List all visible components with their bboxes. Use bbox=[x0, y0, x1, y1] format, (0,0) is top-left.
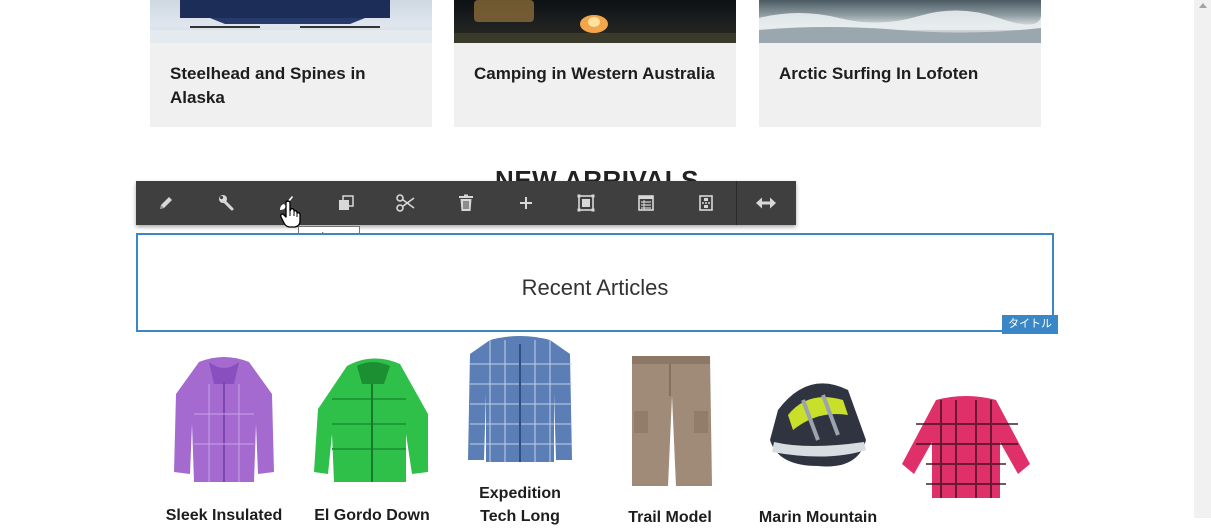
article-title[interactable]: Steelhead and Spines in Alaska bbox=[170, 62, 414, 110]
copy-icon bbox=[339, 195, 354, 210]
move-button[interactable] bbox=[736, 181, 796, 225]
block-toolbar bbox=[136, 181, 796, 225]
block-type-tag: タイトル bbox=[1002, 315, 1058, 334]
product-name-line-1[interactable]: Expedition bbox=[450, 482, 590, 505]
copy-button[interactable] bbox=[316, 181, 376, 225]
product-image[interactable] bbox=[450, 334, 590, 464]
vertical-scrollbar[interactable] bbox=[1194, 0, 1211, 518]
list-layout-icon bbox=[638, 195, 654, 211]
article-title[interactable]: Camping in Western Australia bbox=[474, 62, 718, 86]
pencil-icon bbox=[160, 197, 172, 209]
trash-icon bbox=[459, 194, 473, 211]
cut-button[interactable] bbox=[376, 181, 436, 225]
product-image[interactable] bbox=[600, 356, 740, 486]
add-button[interactable] bbox=[496, 181, 556, 225]
edit-button[interactable] bbox=[136, 181, 196, 225]
delete-button[interactable] bbox=[436, 181, 496, 225]
product-name[interactable]: El Gordo Down bbox=[302, 504, 442, 527]
title-block-selected[interactable]: Recent Articles bbox=[136, 233, 1054, 332]
wrench-icon bbox=[219, 195, 234, 211]
article-card[interactable]: Camping in Western Australia bbox=[454, 0, 736, 127]
select-parent-button[interactable] bbox=[556, 181, 616, 225]
article-image[interactable] bbox=[759, 0, 1041, 43]
template-button[interactable] bbox=[676, 181, 736, 225]
article-image[interactable] bbox=[454, 0, 736, 43]
hand-cursor-icon bbox=[280, 200, 301, 228]
product-image[interactable] bbox=[302, 354, 442, 488]
frame-icon bbox=[577, 194, 595, 212]
scroll-up-arrow-icon[interactable] bbox=[1199, 3, 1207, 8]
article-image[interactable] bbox=[150, 0, 432, 43]
article-title[interactable]: Arctic Surfing In Lofoten bbox=[779, 62, 1023, 86]
settings-button[interactable] bbox=[196, 181, 256, 225]
product-name[interactable]: Sleek Insulated bbox=[154, 504, 294, 527]
scissors-icon bbox=[396, 194, 415, 212]
product-image[interactable] bbox=[748, 370, 888, 474]
article-card[interactable]: Steelhead and Spines in Alaska bbox=[150, 0, 432, 127]
product-image[interactable] bbox=[896, 394, 1036, 498]
layout-button[interactable] bbox=[616, 181, 676, 225]
product-name-line-2[interactable]: Tech Long bbox=[450, 505, 590, 528]
product-image[interactable] bbox=[154, 354, 294, 488]
template-icon bbox=[699, 195, 713, 211]
block-heading[interactable]: Recent Articles bbox=[138, 275, 1052, 301]
article-card[interactable]: Arctic Surfing In Lofoten bbox=[759, 0, 1041, 127]
plus-icon bbox=[520, 197, 532, 209]
horizontal-arrows-icon bbox=[756, 197, 776, 209]
